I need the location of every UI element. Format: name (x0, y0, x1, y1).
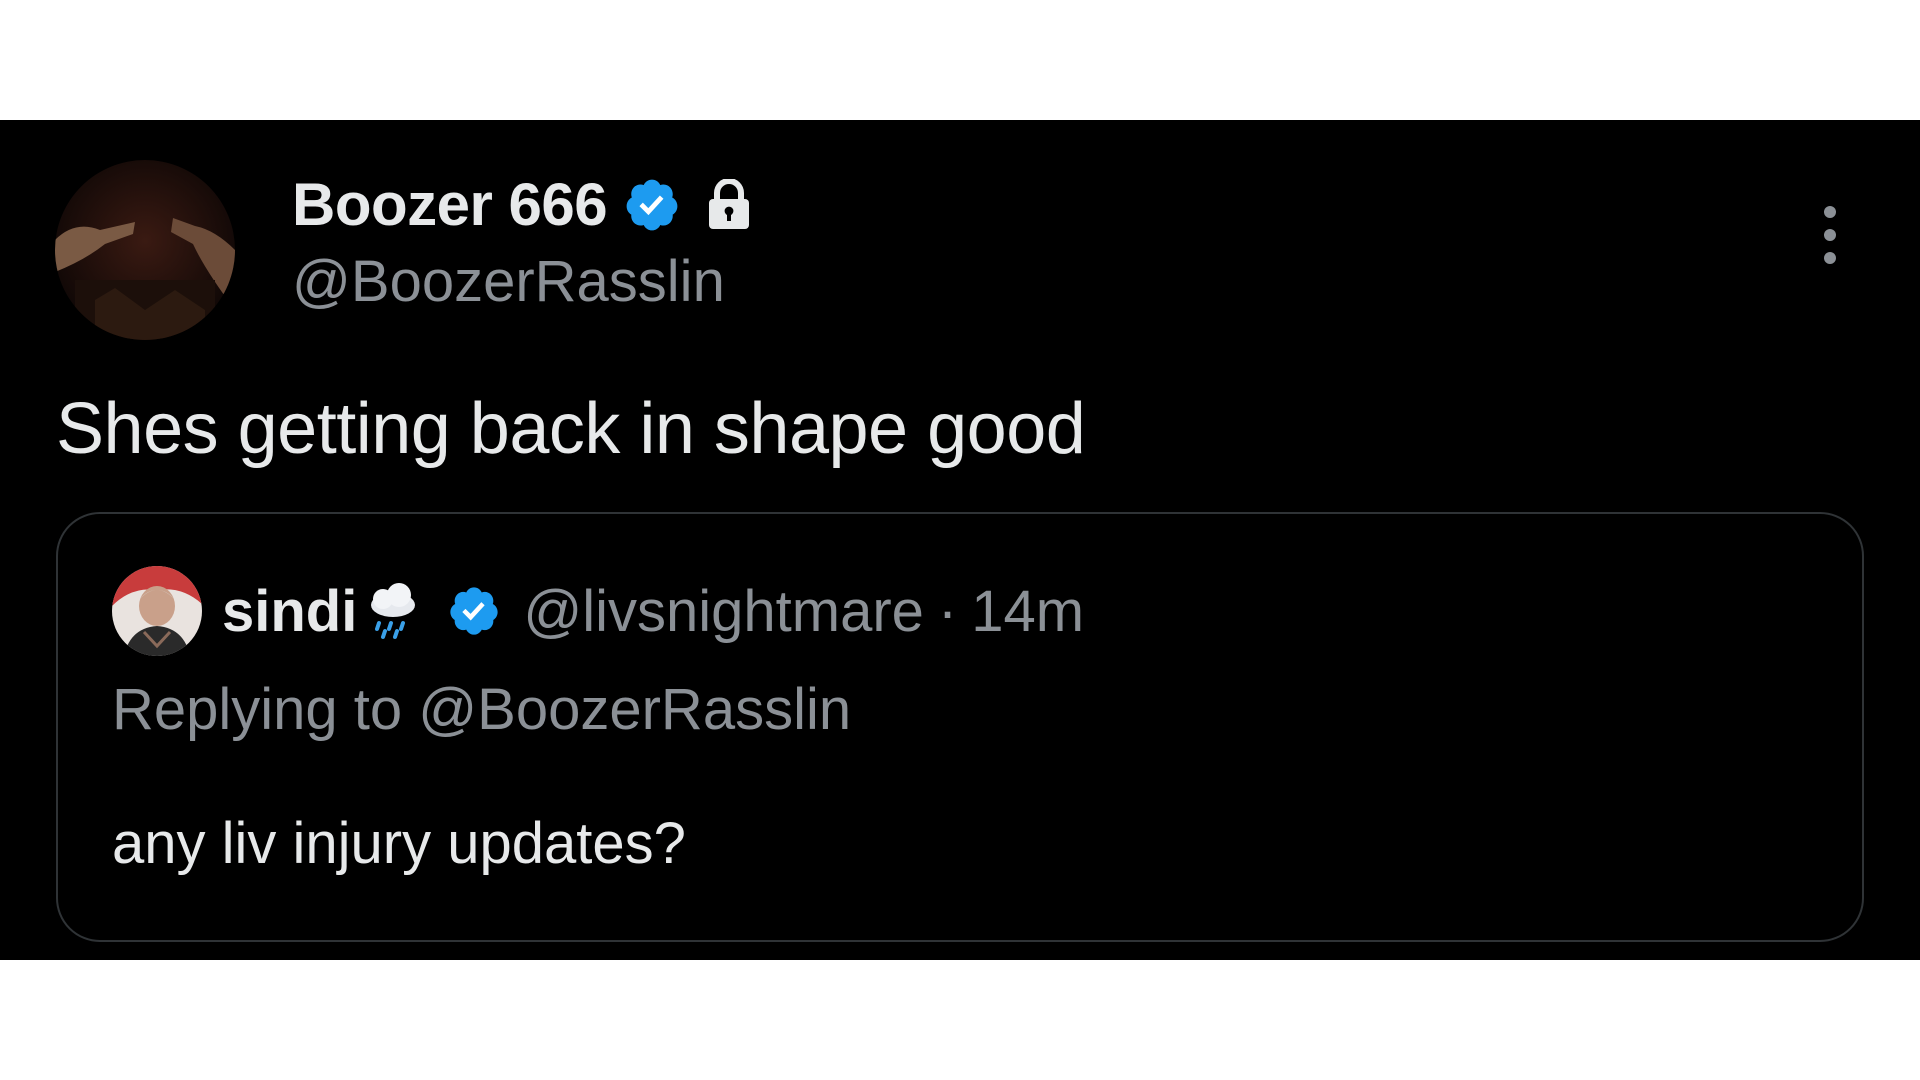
lock-icon (707, 178, 751, 231)
more-options-icon[interactable] (1810, 200, 1850, 270)
quoted-author-display-name[interactable]: sindi (222, 578, 357, 645)
quoted-author-handle[interactable]: @livsnightmare (523, 578, 924, 645)
author-display-name[interactable]: Boozer 666 (292, 170, 608, 239)
rain-cloud-emoji-icon (361, 579, 425, 643)
quoted-tweet-text: any liv injury updates? (112, 811, 686, 876)
tweet-text: Shes getting back in shape good (56, 389, 1086, 469)
verified-badge-icon (447, 584, 501, 638)
quoted-timestamp[interactable]: 14m (971, 578, 1084, 645)
replying-to-line[interactable]: Replying to @BoozerRasslin (112, 676, 851, 743)
quoted-tweet-header: sindi @livsnightmare · 14m (112, 566, 1084, 656)
verified-badge-icon (623, 176, 681, 234)
author-name-row: Boozer 666 (292, 170, 751, 239)
author-avatar[interactable] (55, 160, 235, 340)
quoted-tweet-card[interactable]: sindi @livsnightmare · 14m Replying to @… (56, 512, 1864, 942)
separator-dot: · (937, 578, 958, 644)
author-handle[interactable]: @BoozerRasslin (292, 248, 725, 315)
quoted-author-avatar[interactable] (112, 566, 202, 656)
